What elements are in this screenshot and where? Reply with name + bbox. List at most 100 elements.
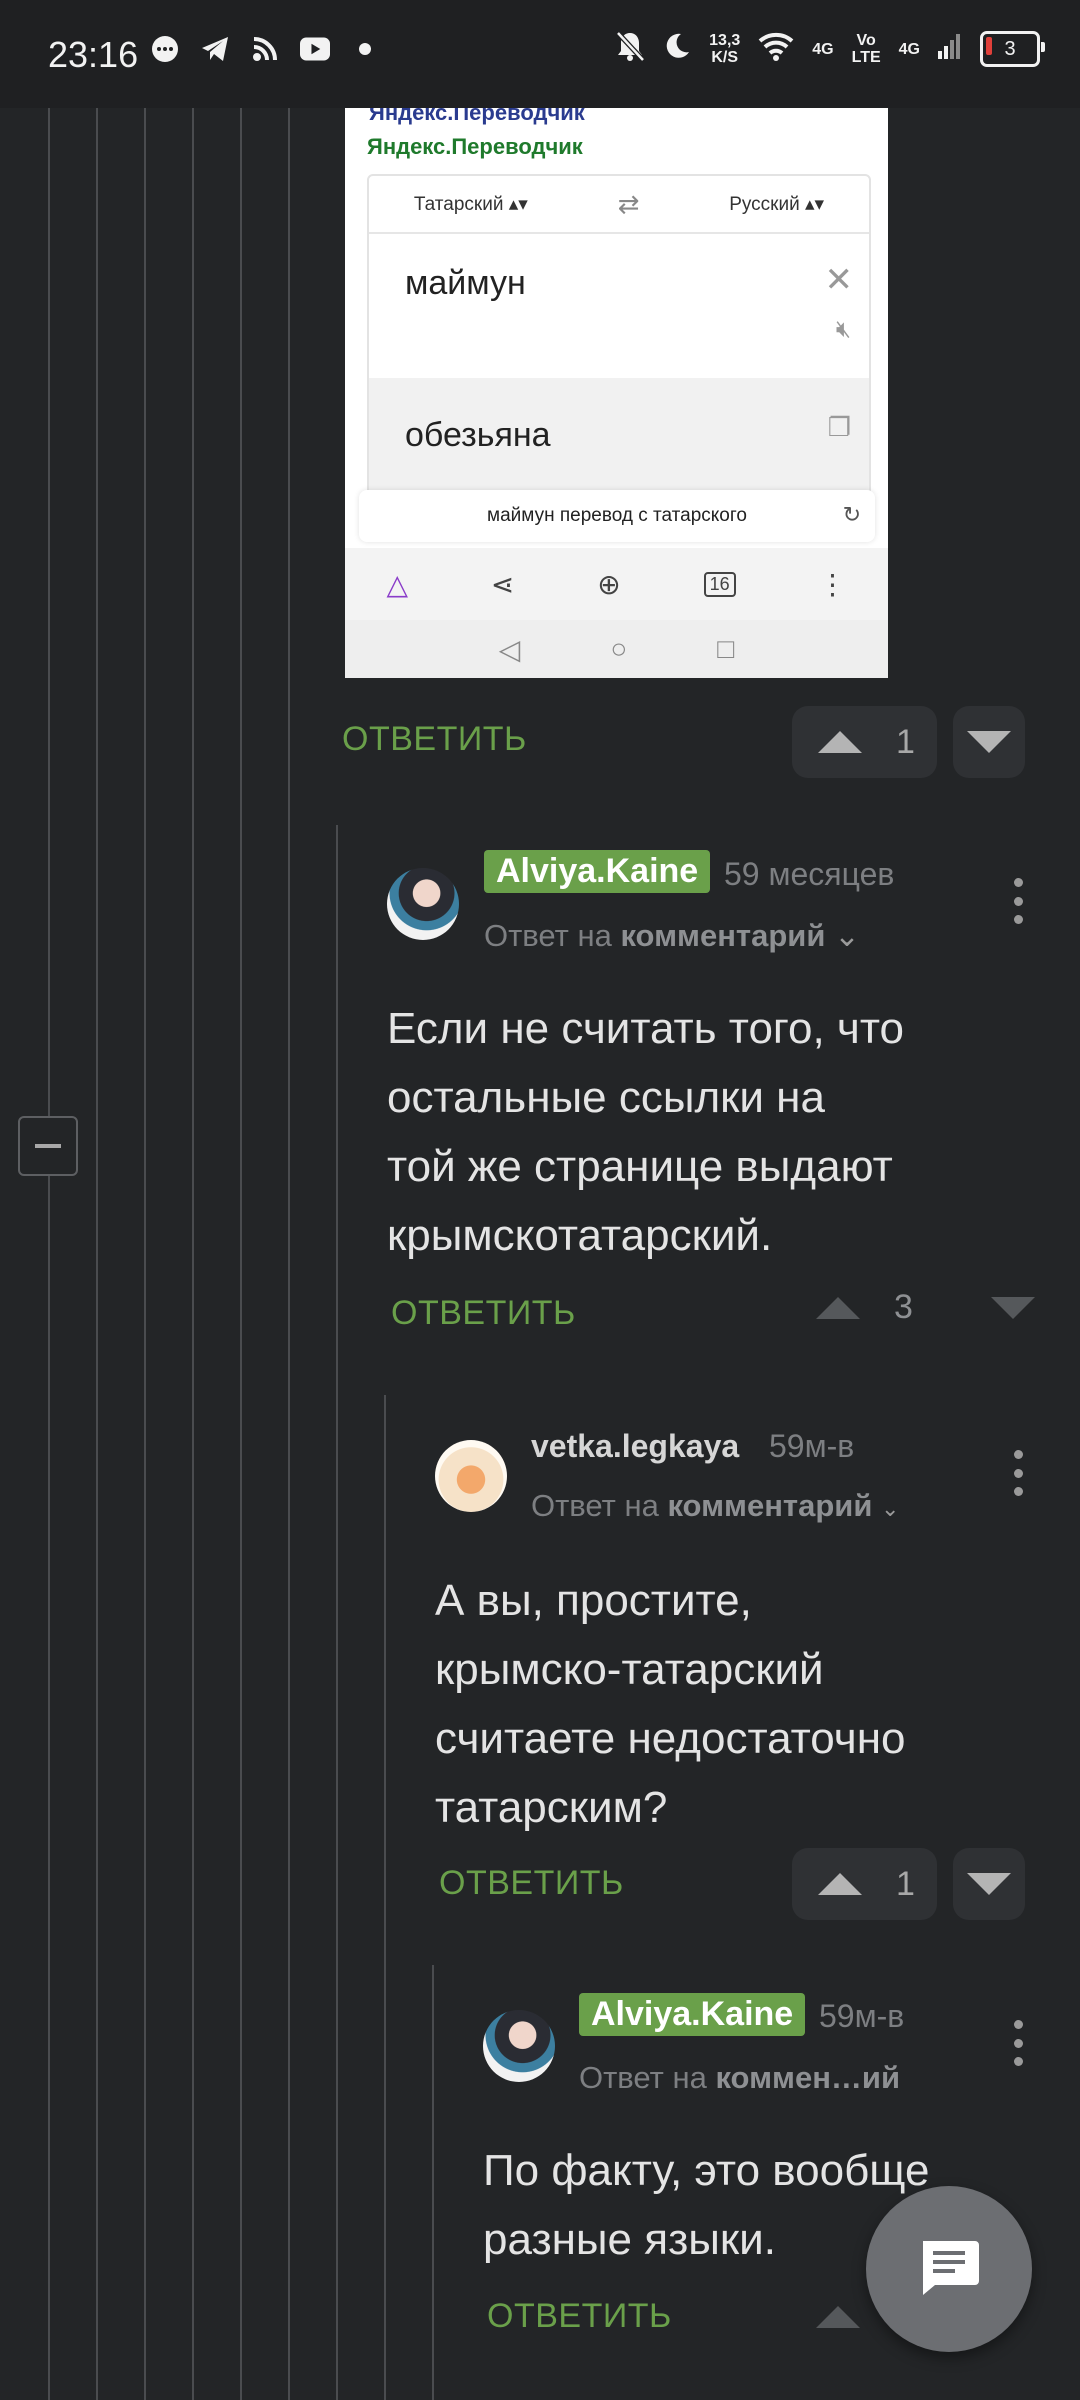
system-icons: 13,3 K/S 4G Vo LTE 4G 3 <box>615 30 1045 68</box>
comment-fab-button[interactable] <box>866 2186 1032 2352</box>
comment-image[interactable]: Яндекс.Переводчик Яндекс.Переводчик Тата… <box>345 108 888 678</box>
youtube-icon <box>300 34 330 64</box>
comment-line: татарским? <box>435 1783 668 1832</box>
more-options-icon[interactable] <box>1013 878 1023 924</box>
comment-text: А вы, простите, крымско-татарский считае… <box>435 1566 905 1842</box>
image-browser-toolbar: △ ⋖ ⊕ 16 ⋮ <box>345 548 888 620</box>
thread-line <box>144 108 146 2400</box>
thread-line <box>288 108 290 2400</box>
status-time: 23:16 <box>48 34 139 75</box>
vote-count: 1 <box>896 1864 915 1903</box>
username[interactable]: vetka.legkaya <box>531 1428 739 1465</box>
copy-icon: ❐ <box>827 412 851 442</box>
thread-line <box>384 1395 386 2400</box>
image-translated-text: обезьяна <box>405 416 551 454</box>
recents-nav-icon: □ <box>717 633 735 664</box>
notification-icons <box>150 34 380 64</box>
upvote-button[interactable]: 1 <box>792 706 937 778</box>
reply-to-label[interactable]: Ответ на комментарий ⌄ <box>531 1488 899 1524</box>
reply-to-prefix: Ответ на <box>579 2060 707 2095</box>
image-search-bar: маймун перевод с татарского ↻ <box>359 490 875 542</box>
dot-icon <box>350 34 380 64</box>
home-nav-icon: ○ <box>610 633 628 664</box>
mute-icon <box>615 30 645 68</box>
upvote-icon[interactable] <box>816 1296 860 1319</box>
battery-icon: 3 <box>980 31 1045 67</box>
comment-text: Если не считать того, что остальные ссыл… <box>387 994 904 1270</box>
reply-to-label[interactable]: Ответ на коммен…ий <box>579 2060 900 2096</box>
downvote-button[interactable] <box>952 706 1025 778</box>
reply-to-prefix: Ответ на <box>484 918 612 953</box>
net-speed-unit: K/S <box>711 49 739 66</box>
vote-controls: 1 <box>792 706 1025 778</box>
comment-text: По факту, это вообще разные языки. <box>483 2136 929 2274</box>
reply-to-label[interactable]: Ответ на комментарий ⌄ <box>484 918 860 954</box>
share-icon: ⋖ <box>490 568 515 600</box>
message-icon <box>150 34 180 64</box>
moon-icon <box>663 32 691 66</box>
comment-line: крымско-татарский <box>435 1645 824 1694</box>
thread-line <box>96 108 98 2400</box>
thread-line <box>432 1965 434 2400</box>
upvote-icon <box>818 1873 862 1895</box>
thread-line <box>336 825 338 2400</box>
comment-line: той же странице выдают <box>387 1142 893 1191</box>
rss-icon <box>250 34 280 64</box>
username[interactable]: Alviya.Kaine <box>579 1993 806 2036</box>
image-source-text: маймун <box>405 264 526 302</box>
downvote-icon <box>966 731 1011 753</box>
image-app-title: Яндекс.Переводчик <box>367 134 583 159</box>
reply-button[interactable]: ОТВЕТИТЬ <box>391 1294 576 1333</box>
net-speed-value: 13,3 <box>709 32 741 49</box>
upvote-icon <box>818 731 862 753</box>
thread-line <box>48 108 50 2400</box>
image-app-title-top: Яндекс.Переводчик <box>369 108 585 125</box>
comment-line: крымскотатарский. <box>387 1211 773 1260</box>
upvote-button[interactable]: 1 <box>792 1848 937 1920</box>
image-lang-row: Татарский ▴▾ ⇄ Русский ▴▾ <box>369 176 869 234</box>
signal-4g-2: 4G <box>899 41 920 58</box>
downvote-icon <box>966 1873 1011 1895</box>
image-translator-card: Татарский ▴▾ ⇄ Русский ▴▾ маймун ✕ 🔇︎ об… <box>367 174 871 500</box>
reply-button[interactable]: ОТВЕТИТЬ <box>342 720 527 759</box>
reply-to-target: комментарий <box>667 1488 873 1523</box>
thread-line <box>240 108 242 2400</box>
image-to-lang: Русский ▴▾ <box>729 193 825 215</box>
thread-line <box>192 108 194 2400</box>
reply-to-prefix: Ответ на <box>531 1488 659 1523</box>
avatar[interactable] <box>435 1440 507 1512</box>
signal-bars-icon <box>938 33 962 65</box>
avatar[interactable] <box>387 868 459 940</box>
net-speed: 13,3 K/S <box>709 32 740 66</box>
signal2-label: 4G <box>898 40 920 58</box>
swap-icon: ⇄ <box>617 188 640 219</box>
vote-controls: 3 <box>816 1288 1035 1327</box>
volte-bottom: LTE <box>851 49 881 66</box>
reply-button[interactable]: ОТВЕТИТЬ <box>487 2297 672 2336</box>
reply-button[interactable]: ОТВЕТИТЬ <box>439 1864 624 1903</box>
alice-icon: △ <box>386 568 408 600</box>
volte-top: Vo <box>856 32 876 49</box>
speaker-off-icon: 🔇︎ <box>835 316 851 343</box>
comment-line: разные языки. <box>483 2215 776 2264</box>
downvote-icon[interactable] <box>990 1296 1035 1319</box>
comment-line: считаете недостаточно <box>435 1714 906 1763</box>
downvote-button[interactable] <box>952 1848 1025 1920</box>
menu-icon: ⋮ <box>818 568 847 600</box>
avatar[interactable] <box>483 2010 555 2082</box>
image-nav-bar: ◁ ○ □ <box>345 620 888 678</box>
more-options-icon[interactable] <box>1013 2020 1023 2066</box>
username[interactable]: Alviya.Kaine <box>484 850 711 893</box>
image-from-lang: Татарский ▴▾ <box>413 193 528 215</box>
upvote-icon[interactable] <box>816 2306 860 2328</box>
vote-controls <box>816 2306 860 2328</box>
comment-line: А вы, простите, <box>435 1576 752 1625</box>
wifi-icon <box>758 31 794 67</box>
collapse-thread-button[interactable] <box>18 1116 78 1176</box>
chevron-down-icon: ⌄ <box>881 1496 900 1521</box>
chevron-down-icon: ⌄ <box>834 918 860 953</box>
more-options-icon[interactable] <box>1013 1450 1023 1496</box>
comment-time: 59 месяцев <box>724 856 895 892</box>
image-search-query: маймун перевод с татарского <box>487 505 747 526</box>
vote-controls: 1 <box>792 1848 1025 1920</box>
